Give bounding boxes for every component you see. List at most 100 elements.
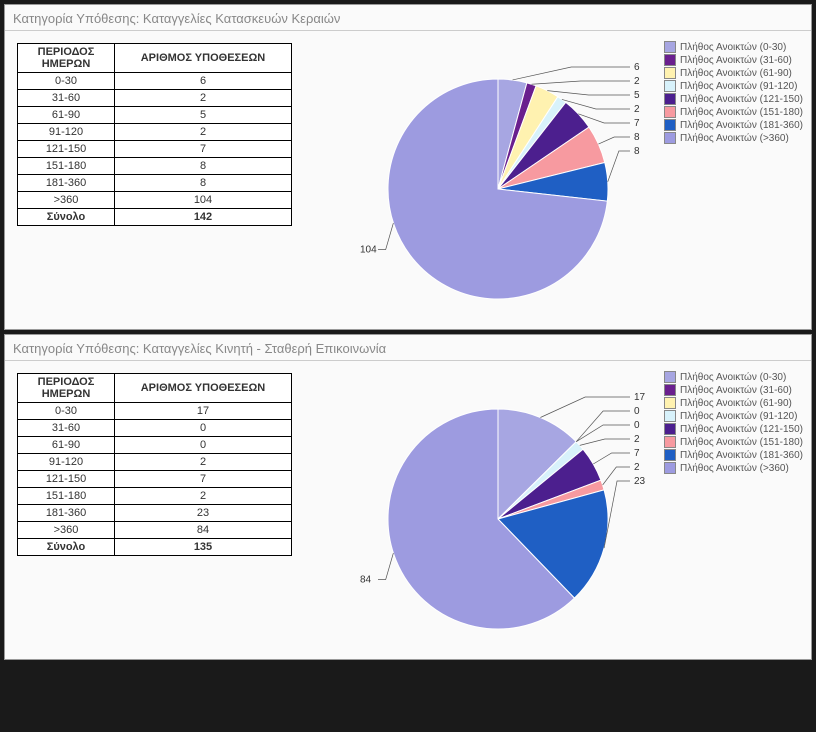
legend-swatch [664, 462, 676, 474]
leader-line [378, 223, 393, 250]
cell-period: 31-60 [18, 90, 115, 107]
cell-period: >360 [18, 192, 115, 209]
slice-value-label: 7 [634, 118, 640, 129]
legend-label: Πλήθος Ανοικτών (0-30) [680, 42, 786, 53]
legend-label: Πλήθος Ανοικτών (>360) [680, 133, 789, 144]
legend-label: Πλήθος Ανοικτών (121-150) [680, 424, 803, 435]
table-row: 181-3608 [18, 175, 292, 192]
table-row: 31-602 [18, 90, 292, 107]
legend-label: Πλήθος Ανοικτών (121-150) [680, 94, 803, 105]
legend-label: Πλήθος Ανοικτών (61-90) [680, 68, 792, 79]
leader-line [540, 397, 630, 417]
page: { "columns":{"period":"ΠΕΡΙΟΔΟΣ ΗΜΕΡΩΝ",… [0, 4, 816, 660]
cell-total-label: Σύνολο [18, 209, 115, 226]
cell-count: 8 [115, 175, 292, 192]
cell-period: 0-30 [18, 73, 115, 90]
legend-swatch [664, 54, 676, 66]
table-row-total: Σύνολο142 [18, 209, 292, 226]
panel-content: ΠΕΡΙΟΔΟΣ ΗΜΕΡΩΝΑΡΙΘΜΟΣ ΥΠΟΘΕΣΕΩΝ0-301731… [5, 361, 811, 649]
slice-value-label: 2 [634, 462, 640, 473]
legend-swatch [664, 449, 676, 461]
slice-value-label: 84 [360, 575, 372, 586]
cell-count: 2 [115, 124, 292, 141]
table-row: >36084 [18, 522, 292, 539]
leader-line [580, 439, 630, 445]
slice-value-label: 8 [634, 146, 640, 157]
table-row: 91-1202 [18, 454, 292, 471]
legend-item: Πλήθος Ανοικτών (121-150) [664, 93, 803, 105]
legend-label: Πλήθος Ανοικτών (31-60) [680, 385, 792, 396]
legend-swatch [664, 397, 676, 409]
cell-period: 121-150 [18, 141, 115, 158]
leader-line [547, 91, 630, 95]
cell-period: >360 [18, 522, 115, 539]
legend-swatch [664, 132, 676, 144]
cell-count: 7 [115, 471, 292, 488]
legend-item: Πλήθος Ανοικτών (151-180) [664, 436, 803, 448]
legend-swatch [664, 106, 676, 118]
legend-item: Πλήθος Ανοικτών (181-360) [664, 119, 803, 131]
leader-line [532, 81, 630, 84]
col-period: ΠΕΡΙΟΔΟΣ ΗΜΕΡΩΝ [18, 374, 115, 403]
legend-swatch [664, 423, 676, 435]
table-row: 181-36023 [18, 505, 292, 522]
legend-swatch [664, 384, 676, 396]
cell-count: 8 [115, 158, 292, 175]
cell-period: 151-180 [18, 488, 115, 505]
legend-label: Πλήθος Ανοικτών (0-30) [680, 372, 786, 383]
slice-value-label: 7 [634, 448, 640, 459]
legend: Πλήθος Ανοικτών (0-30)Πλήθος Ανοικτών (3… [664, 41, 803, 145]
legend-item: Πλήθος Ανοικτών (31-60) [664, 54, 803, 66]
cell-count: 7 [115, 141, 292, 158]
table-row: 0-306 [18, 73, 292, 90]
legend-label: Πλήθος Ανοικτών (91-120) [680, 81, 797, 92]
legend: Πλήθος Ανοικτών (0-30) Πλήθος Ανοικτών (3… [664, 371, 803, 475]
table-row-total: Σύνολο135 [18, 539, 292, 556]
leader-line [578, 114, 630, 123]
legend-item: Πλήθος Ανοικτών (181-360) [664, 449, 803, 461]
chart-wrap: 17002722384Πλήθος Ανοικτών (0-30)Πλήθος … [292, 369, 803, 649]
cell-count: 0 [115, 437, 292, 454]
cell-count: 17 [115, 403, 292, 420]
leader-line [598, 137, 630, 144]
legend-swatch [664, 93, 676, 105]
legend-swatch [664, 371, 676, 383]
legend-item: Πλήθος Ανοικτών (0-30) [664, 41, 803, 53]
legend-item: Πλήθος Ανοικτών (61-90) [664, 397, 803, 409]
legend-item: Πλήθος Ανοικτών (>360) [664, 462, 803, 474]
pie-chart: 6252788104 [358, 39, 658, 319]
legend-item: Πλήθος Ανοικτών (151-180) [664, 106, 803, 118]
cell-period: 151-180 [18, 158, 115, 175]
slice-value-label: 17 [634, 392, 646, 403]
table-row: 31-600 [18, 420, 292, 437]
leader-line [378, 553, 393, 580]
leader-line [593, 453, 630, 464]
legend-swatch [664, 41, 676, 53]
table-row: 121-1507 [18, 141, 292, 158]
legend-swatch [664, 67, 676, 79]
slice-value-label: 5 [634, 90, 640, 101]
cell-period: 91-120 [18, 454, 115, 471]
cell-total-label: Σύνολο [18, 539, 115, 556]
cell-period: 91-120 [18, 124, 115, 141]
legend-swatch [664, 80, 676, 92]
cell-period: 181-360 [18, 505, 115, 522]
leader-line [513, 67, 630, 80]
slice-value-label: 2 [634, 76, 640, 87]
legend-label: Πλήθος Ανοικτών (91-120) [680, 411, 797, 422]
slice-value-label: 8 [634, 132, 640, 143]
panel-content: ΠΕΡΙΟΔΟΣ ΗΜΕΡΩΝΑΡΙΘΜΟΣ ΥΠΟΘΕΣΕΩΝ0-30631-… [5, 31, 811, 319]
slice-value-label: 6 [634, 62, 640, 73]
table-row: >360104 [18, 192, 292, 209]
cell-count: 6 [115, 73, 292, 90]
panel-title: Κατηγορία Υπόθεσης: Καταγγελίες Κατασκευ… [5, 5, 811, 31]
cell-period: 61-90 [18, 437, 115, 454]
cell-total-value: 135 [115, 539, 292, 556]
leader-line [603, 467, 630, 485]
legend-label: Πλήθος Ανοικτών (>360) [680, 463, 789, 474]
cell-count: 23 [115, 505, 292, 522]
legend-item: Πλήθος Ανοικτών (121-150) [664, 423, 803, 435]
table-row: 0-3017 [18, 403, 292, 420]
legend-label: Πλήθος Ανοικτών (151-180) [680, 107, 803, 118]
cell-count: 84 [115, 522, 292, 539]
